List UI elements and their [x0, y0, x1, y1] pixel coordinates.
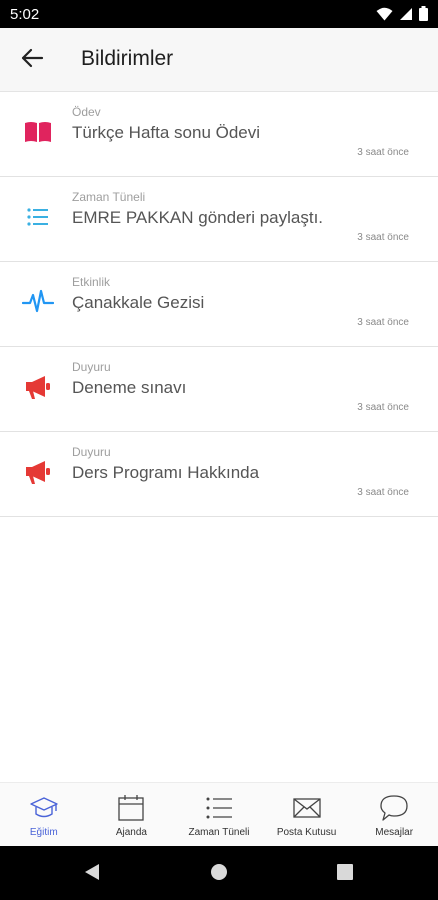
nav-label: Posta Kutusu [276, 827, 337, 838]
nav-label: Ajanda [115, 827, 147, 838]
notification-category: Duyuru [72, 445, 111, 459]
notification-time: 3 saat önce [357, 147, 409, 158]
nav-label: Eğitim [29, 827, 58, 838]
status-icons [376, 6, 428, 26]
notification-text: EMRE PAKKAN gönderi paylaştı. [72, 208, 324, 227]
battery-icon [419, 6, 428, 26]
nav-item-egitim[interactable]: Eğitim [0, 783, 88, 846]
notification-category: Ödev [72, 105, 101, 119]
notification-item[interactable]: Duyuru Deneme sınavı 3 saat önce [0, 347, 438, 432]
megaphone-icon [22, 373, 54, 401]
system-home-button[interactable] [208, 863, 230, 885]
pulse-icon [22, 288, 54, 316]
recents-square-icon [337, 863, 353, 885]
notification-category: Duyuru [72, 360, 111, 374]
nav-item-ajanda[interactable]: Ajanda [88, 783, 176, 846]
page-title: Bildirimler [81, 47, 174, 70]
status-bar: 5:02 [0, 0, 438, 28]
notification-time: 3 saat önce [357, 317, 409, 328]
book-icon [22, 118, 54, 146]
system-recents-button[interactable] [334, 863, 356, 885]
system-nav-bar [0, 846, 438, 900]
status-time: 5:02 [10, 6, 40, 23]
notification-item[interactable]: Duyuru Ders Programı Hakkında 3 saat önc… [0, 432, 438, 517]
list-icon [203, 793, 235, 823]
back-triangle-icon [84, 863, 100, 886]
notification-category: Etkinlik [72, 275, 111, 289]
nav-label: Mesajlar [375, 827, 414, 838]
back-button[interactable] [14, 44, 50, 76]
notification-time: 3 saat önce [357, 487, 409, 498]
notification-text: Türkçe Hafta sonu Ödevi [72, 123, 261, 142]
graduation-cap-icon [28, 793, 60, 823]
envelope-icon [291, 793, 323, 823]
notification-text: Deneme sınavı [72, 378, 187, 397]
notification-item[interactable]: Ödev Türkçe Hafta sonu Ödevi 3 saat önce [0, 92, 438, 177]
notification-item[interactable]: Zaman Tüneli EMRE PAKKAN gönderi paylaşt… [0, 177, 438, 262]
notification-text: Çanakkale Gezisi [72, 293, 205, 312]
nav-item-mesajlar[interactable]: Mesajlar [350, 783, 438, 846]
cellular-signal-icon [399, 7, 413, 26]
nav-label: Zaman Tüneli [188, 827, 250, 838]
notification-time: 3 saat önce [357, 232, 409, 243]
notification-category: Zaman Tüneli [72, 190, 146, 204]
list-icon [22, 203, 54, 231]
calendar-icon [115, 793, 147, 823]
bottom-nav: Eğitim Ajanda Zaman Tüneli Posta Kutusu … [0, 782, 438, 846]
nav-item-posta-kutusu[interactable]: Posta Kutusu [263, 783, 351, 846]
megaphone-icon [22, 458, 54, 486]
wifi-icon [376, 7, 393, 26]
app-bar: Bildirimler [0, 28, 438, 92]
home-circle-icon [210, 863, 228, 886]
system-back-button[interactable] [81, 863, 103, 885]
notification-text: Ders Programı Hakkında [72, 463, 260, 482]
chat-bubble-icon [378, 793, 410, 823]
arrow-left-icon [20, 48, 44, 73]
notification-time: 3 saat önce [357, 402, 409, 413]
nav-item-zaman-tuneli[interactable]: Zaman Tüneli [175, 783, 263, 846]
notification-list: Ödev Türkçe Hafta sonu Ödevi 3 saat önce… [0, 92, 438, 517]
notification-item[interactable]: Etkinlik Çanakkale Gezisi 3 saat önce [0, 262, 438, 347]
